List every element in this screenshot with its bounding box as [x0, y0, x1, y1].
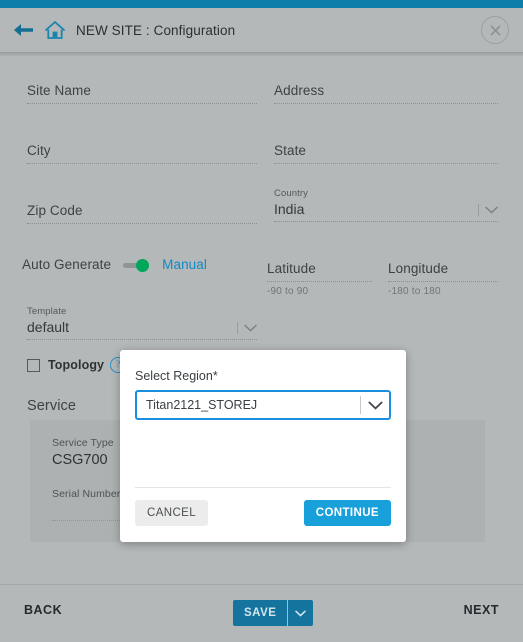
country-underline — [274, 221, 498, 222]
template-underline — [27, 339, 257, 340]
region-select[interactable]: Titan2121_STOREJ — [135, 390, 391, 420]
state-label: State — [274, 143, 307, 158]
region-select-value: Titan2121_STOREJ — [146, 398, 258, 412]
longitude-label: Longitude — [388, 261, 449, 276]
select-region-dialog: Select Region* Titan2121_STOREJ CANCEL C… — [120, 350, 406, 542]
latitude-label: Latitude — [267, 261, 316, 276]
field-site-name[interactable]: Site Name — [27, 82, 257, 104]
address-underline — [274, 103, 498, 104]
field-address[interactable]: Address — [274, 82, 498, 104]
page-title: NEW SITE : Configuration — [76, 22, 236, 38]
continue-button[interactable]: CONTINUE — [303, 500, 391, 526]
topology-checkbox[interactable] — [27, 358, 40, 372]
field-longitude[interactable]: Longitude -180 to 180 — [388, 260, 498, 297]
service-section-title: Service — [27, 398, 77, 414]
page-header: NEW SITE : Configuration — [0, 8, 523, 52]
auto-generate-mode: Manual — [162, 257, 207, 272]
topology-label: Topology — [48, 358, 105, 372]
site-name-underline — [27, 103, 257, 104]
service-type-label: Service Type — [52, 437, 114, 449]
country-label: Country — [274, 188, 308, 199]
auto-generate-row[interactable]: Auto Generate Manual — [22, 257, 207, 272]
latitude-hint: -90 to 90 — [267, 286, 309, 297]
back-arrow-icon[interactable] — [10, 17, 36, 43]
auto-generate-toggle[interactable] — [123, 258, 153, 272]
topology-row[interactable]: Topology ? — [27, 357, 127, 373]
longitude-hint: -180 to 180 — [388, 286, 441, 297]
state-underline — [274, 163, 498, 164]
cancel-button[interactable]: CANCEL — [135, 500, 209, 526]
longitude-underline — [388, 281, 498, 282]
back-button[interactable]: BACK — [24, 603, 62, 617]
service-type-value: CSG700 — [52, 452, 108, 468]
dialog-divider — [135, 487, 391, 488]
field-city[interactable]: City — [27, 142, 257, 164]
country-caret-separator — [478, 204, 479, 216]
close-icon[interactable] — [481, 16, 509, 44]
template-caret-separator — [237, 322, 238, 334]
city-label: City — [27, 143, 51, 158]
field-zip-code[interactable]: Zip Code — [27, 202, 257, 224]
save-button-group[interactable]: SAVE — [233, 600, 314, 626]
site-name-label: Site Name — [27, 83, 91, 98]
template-value: default — [27, 319, 70, 335]
latitude-underline — [267, 281, 372, 282]
city-underline — [27, 163, 257, 164]
field-country[interactable]: Country India — [274, 188, 498, 222]
save-button[interactable]: SAVE — [233, 600, 288, 626]
top-accent-strip — [0, 0, 523, 8]
chevron-down-icon[interactable] — [361, 401, 389, 410]
save-dropdown-chevron-down-icon[interactable] — [287, 600, 314, 626]
field-state[interactable]: State — [274, 142, 498, 164]
auto-generate-label: Auto Generate — [22, 257, 112, 272]
next-button[interactable]: NEXT — [464, 603, 499, 617]
toggle-knob — [136, 258, 150, 272]
country-value: India — [274, 201, 305, 217]
template-label: Template — [27, 306, 67, 317]
zip-code-label: Zip Code — [27, 203, 83, 218]
field-latitude[interactable]: Latitude -90 to 90 — [267, 260, 372, 297]
select-region-label: Select Region* — [135, 369, 218, 383]
zip-code-underline — [27, 223, 257, 224]
field-template[interactable]: Template default — [27, 306, 257, 340]
chevron-down-icon[interactable] — [237, 322, 257, 334]
address-label: Address — [274, 83, 325, 98]
chevron-down-icon[interactable] — [478, 204, 498, 216]
home-icon[interactable] — [42, 17, 68, 43]
